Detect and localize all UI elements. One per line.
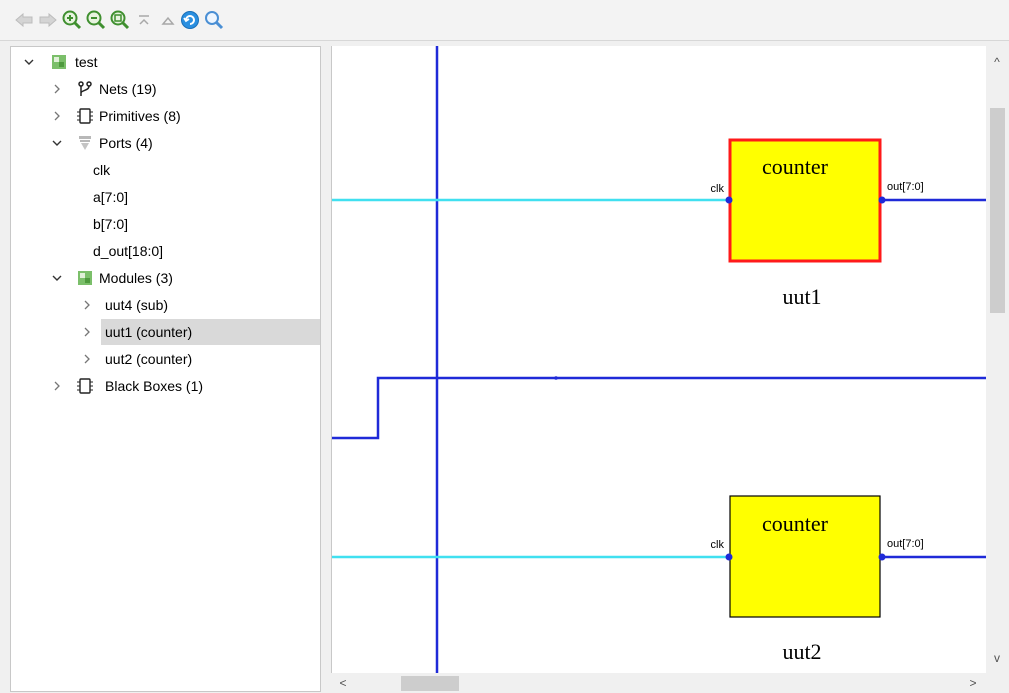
chevron-down-icon[interactable] <box>23 56 35 68</box>
collapse-all-icon[interactable] <box>134 10 154 30</box>
tree-node-label: clk <box>93 162 111 178</box>
chevron-down-icon[interactable] <box>51 272 63 284</box>
tree-node-primitives[interactable]: Primitives (8) <box>11 103 320 129</box>
pin-dot[interactable] <box>725 553 733 561</box>
tree-node-module[interactable]: uut2 (counter) <box>11 346 320 372</box>
horizontal-scroll-thumb[interactable] <box>401 676 459 691</box>
zoom-out-icon[interactable] <box>86 10 106 30</box>
tree-node-label: Primitives (8) <box>99 108 181 124</box>
chevron-right-icon[interactable] <box>81 299 93 311</box>
tree-node-port[interactable]: b[7:0] <box>11 211 320 237</box>
tree-node-label: d_out[18:0] <box>93 243 164 259</box>
expand-up-icon[interactable] <box>158 10 178 30</box>
net-junction <box>554 376 558 380</box>
toolbar <box>0 0 1009 41</box>
scroll-right-arrow[interactable]: > <box>965 675 981 691</box>
module-icon <box>51 54 67 70</box>
chevron-down-icon[interactable] <box>51 137 63 149</box>
tree-node-module[interactable]: uut4 (sub) <box>11 292 320 318</box>
instance-uut1[interactable]: counter clk out[7:0] uut1 <box>711 138 924 309</box>
schematic-canvas[interactable]: counter clk out[7:0] uut1 counter clk ou… <box>331 46 1009 693</box>
vertical-scrollbar[interactable]: ^ v <box>986 46 1009 673</box>
tree-node-port[interactable]: clk <box>11 157 320 183</box>
tree-node-label: test <box>75 54 98 70</box>
search-icon[interactable] <box>204 10 224 30</box>
chevron-right-icon[interactable] <box>51 110 63 122</box>
tree-node-ports[interactable]: Ports (4) <box>11 130 320 156</box>
chevron-right-icon[interactable] <box>81 353 93 365</box>
nets-icon <box>77 81 93 97</box>
tree-node-label: uut1 (counter) <box>105 324 193 340</box>
instance-name-label: uut2 <box>782 639 821 664</box>
tree-node-label: uut2 (counter) <box>105 351 193 367</box>
tree-node-nets[interactable]: Nets (19) <box>11 76 320 102</box>
chevron-right-icon[interactable] <box>81 326 93 338</box>
instance-type-label: counter <box>762 511 829 536</box>
tree-node-label: uut4 (sub) <box>105 297 169 313</box>
tree-node-port[interactable]: a[7:0] <box>11 184 320 210</box>
tree-node-test[interactable]: test <box>11 49 320 75</box>
scroll-down-arrow[interactable]: v <box>989 650 1005 666</box>
tree-node-label: b[7:0] <box>93 216 129 232</box>
scrollbar-corner <box>986 673 1009 693</box>
primitive-icon <box>77 108 93 124</box>
tree-node-black-boxes[interactable]: Black Boxes (1) <box>11 373 320 399</box>
pin-label: clk <box>711 539 725 551</box>
module-icon <box>77 270 93 286</box>
tree-node-label: Modules (3) <box>99 270 173 286</box>
tree-node-module-selected[interactable]: uut1 (counter) <box>11 319 320 345</box>
forward-icon[interactable] <box>38 10 58 30</box>
chevron-right-icon[interactable] <box>51 380 63 392</box>
pin-dot[interactable] <box>878 553 886 561</box>
scroll-left-arrow[interactable]: < <box>335 675 351 691</box>
pin-label: out[7:0] <box>887 181 924 193</box>
tree-node-port[interactable]: d_out[18:0] <box>11 238 320 264</box>
hierarchy-tree: test Nets (19) Primitives (8) Ports (4) … <box>10 46 321 692</box>
tree-node-label: Black Boxes (1) <box>105 378 204 394</box>
zoom-fit-icon[interactable] <box>110 10 130 30</box>
panel-splitter[interactable] <box>321 46 331 692</box>
tree-node-modules[interactable]: Modules (3) <box>11 265 320 291</box>
back-icon[interactable] <box>14 10 34 30</box>
pin-label: out[7:0] <box>887 538 924 550</box>
vertical-scroll-thumb[interactable] <box>990 108 1005 313</box>
black-box-icon <box>77 378 93 394</box>
horizontal-scrollbar[interactable]: < > <box>331 673 986 693</box>
instance-type-label: counter <box>762 154 829 179</box>
refresh-icon[interactable] <box>180 10 200 30</box>
pin-label: clk <box>711 183 725 195</box>
chevron-right-icon[interactable] <box>51 83 63 95</box>
net-wire[interactable] <box>332 376 987 440</box>
pin-dot[interactable] <box>878 196 886 204</box>
tree-node-label: a[7:0] <box>93 189 129 205</box>
instance-name-label: uut1 <box>782 284 821 309</box>
tree-node-label: Nets (19) <box>99 81 157 97</box>
pin-dot[interactable] <box>725 196 733 204</box>
ports-icon <box>77 135 93 151</box>
zoom-in-icon[interactable] <box>62 10 82 30</box>
instance-uut2[interactable]: counter clk out[7:0] uut2 <box>711 495 924 664</box>
scroll-up-arrow[interactable]: ^ <box>989 54 1005 70</box>
tree-node-label: Ports (4) <box>99 135 153 151</box>
